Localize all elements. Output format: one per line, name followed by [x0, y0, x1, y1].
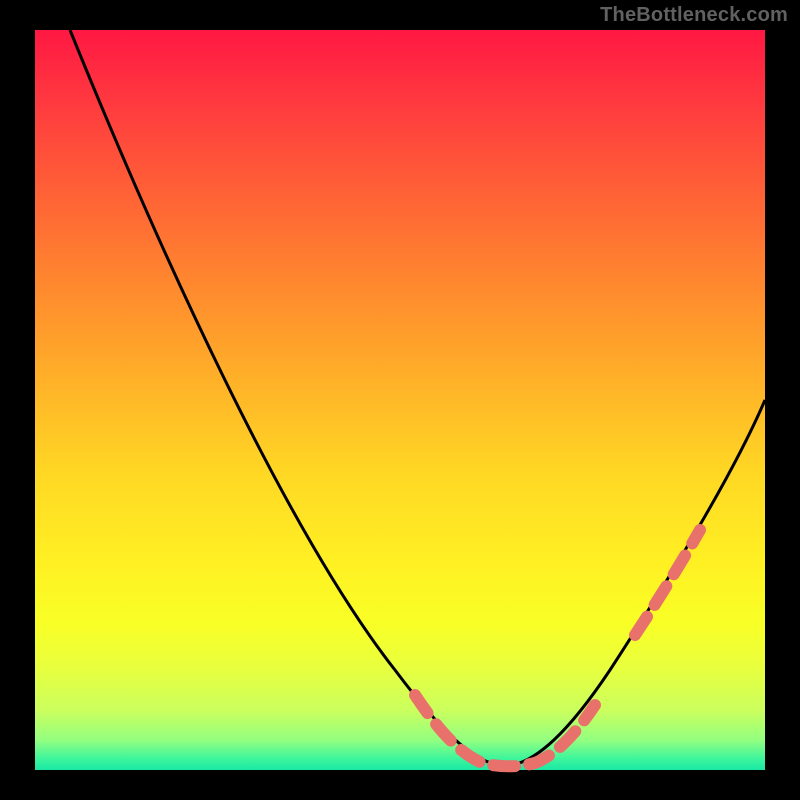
bottleneck-curve-svg	[35, 30, 765, 770]
bottleneck-curve	[70, 30, 765, 766]
highlight-dash-right	[635, 530, 700, 635]
watermark-text: TheBottleneck.com	[600, 4, 788, 27]
highlight-dash-left	[415, 695, 595, 766]
chart-container: TheBottleneck.com	[0, 0, 800, 800]
plot-area	[35, 30, 765, 770]
